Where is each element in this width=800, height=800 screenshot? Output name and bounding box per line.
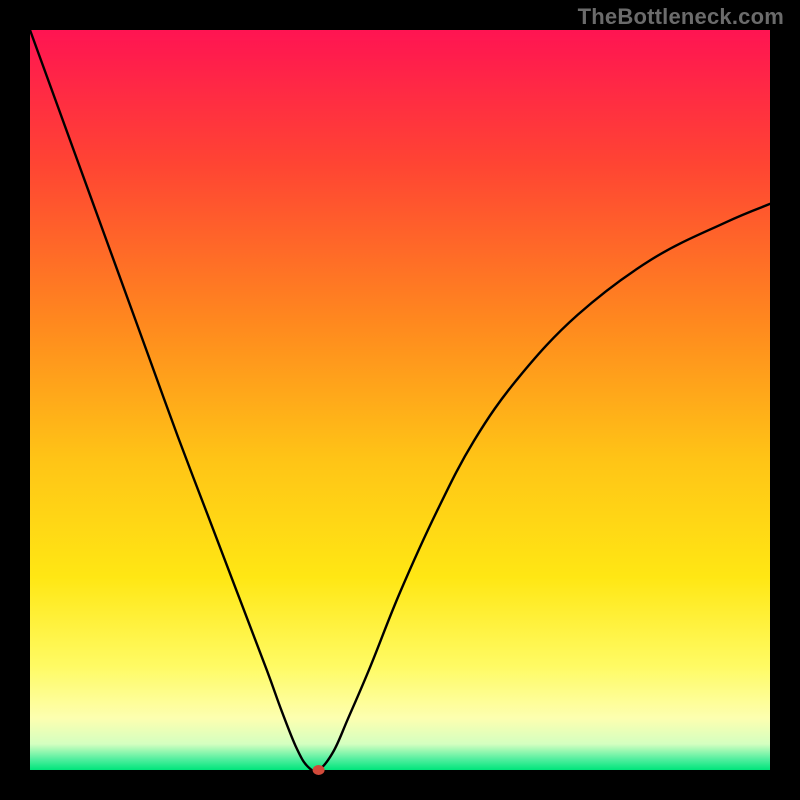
watermark-text: TheBottleneck.com <box>578 4 784 30</box>
plot-background <box>30 30 770 770</box>
bottleneck-chart <box>0 0 800 800</box>
chart-container: TheBottleneck.com <box>0 0 800 800</box>
optimal-point-marker <box>313 765 325 775</box>
